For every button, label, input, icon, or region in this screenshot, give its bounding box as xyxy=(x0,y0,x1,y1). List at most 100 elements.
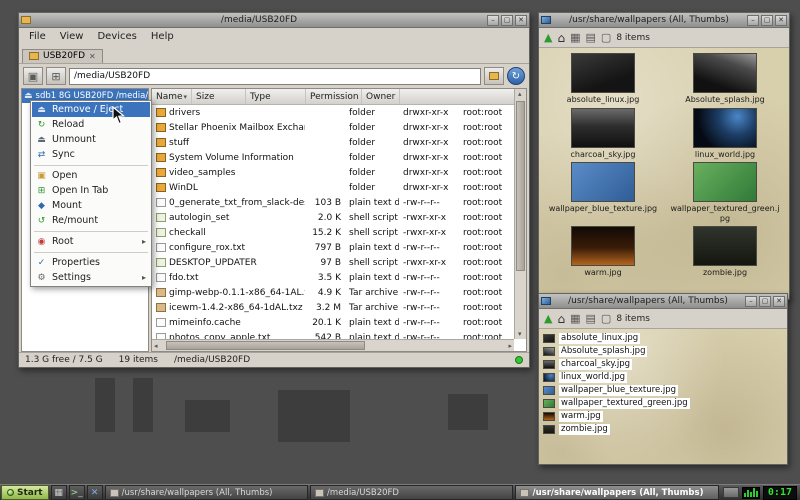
context-menu-item[interactable] xyxy=(34,228,148,232)
keyboard-tray-icon[interactable] xyxy=(723,487,739,498)
context-menu-item[interactable]: ▣ Open xyxy=(32,168,150,183)
horizontal-scroll-thumb[interactable] xyxy=(166,341,365,350)
minimize-button[interactable]: – xyxy=(747,15,759,26)
close-button[interactable]: ✕ xyxy=(775,15,787,26)
table-row[interactable]: photos_copy_apple.txt 542 B plain text d… xyxy=(152,330,514,339)
context-menu-item[interactable]: ⏏ Remove / Eject xyxy=(32,102,150,117)
scroll-left-icon[interactable]: ◂ xyxy=(154,342,158,350)
column-header[interactable]: Name ▾ xyxy=(152,89,192,104)
thumbnail-item[interactable]: Absolute_splash.jpg xyxy=(664,53,786,105)
column-header[interactable]: Permission xyxy=(306,89,362,104)
table-row[interactable]: 0_generate_txt_from_slack-desc.txt 103 B… xyxy=(152,195,514,210)
menu-item[interactable]: Help xyxy=(144,30,181,43)
list-titlebar[interactable]: /usr/share/wallpapers (All, Thumbs) – ▢ … xyxy=(539,294,787,309)
tab-usb20fd[interactable]: USB20FD ✕ xyxy=(22,49,103,63)
thumbnail-item[interactable]: wallpaper_blue_texture.jpg xyxy=(542,162,664,223)
column-header[interactable]: Type xyxy=(246,89,306,104)
file-count-icon[interactable]: ▢ xyxy=(601,31,611,44)
thumbnail-item[interactable]: absolute_linux.jpg xyxy=(542,53,664,105)
thumbnail-item[interactable]: zombie.jpg xyxy=(664,226,786,278)
file-count-icon[interactable]: ▢ xyxy=(601,312,611,325)
thumbnail-item[interactable]: charcoal_sky.jpg xyxy=(542,108,664,160)
grid-view-icon[interactable]: ▦ xyxy=(570,31,580,44)
thumbnail-item[interactable]: wallpaper_textured_green.jpg xyxy=(664,162,786,223)
close-button[interactable]: ✕ xyxy=(773,296,785,307)
context-menu-item[interactable] xyxy=(34,162,148,166)
table-row[interactable]: configure_rox.txt 797 B plain text dc -r… xyxy=(152,240,514,255)
list-item[interactable]: wallpaper_textured_green.jpg xyxy=(543,397,787,410)
fm-titlebar[interactable]: /media/USB20FD – ▢ ✕ xyxy=(19,13,529,28)
horizontal-scrollbar[interactable]: ◂ ▸ xyxy=(152,339,514,351)
list-view-icon[interactable]: ▤ xyxy=(586,312,596,325)
taskbar-task[interactable]: /media/USB20FD xyxy=(310,485,513,500)
context-menu-item[interactable]: ◆ Mount xyxy=(32,198,150,213)
close-button[interactable]: ✕ xyxy=(515,15,527,26)
thumbnail-item[interactable]: linux_world.jpg xyxy=(664,108,786,160)
taskbar-task[interactable]: /usr/share/wallpapers (All, Thumbs) xyxy=(105,485,308,500)
new-window-button[interactable]: ▣ xyxy=(23,67,43,85)
path-input[interactable] xyxy=(69,68,481,85)
cpu-monitor-icon[interactable] xyxy=(742,487,760,499)
list-item[interactable]: Absolute_splash.jpg xyxy=(543,345,787,358)
go-up-icon[interactable]: ▲ xyxy=(544,312,552,325)
thumbnail-item[interactable]: warm.jpg xyxy=(542,226,664,278)
column-header[interactable]: Owner xyxy=(362,89,400,104)
table-row[interactable]: System Volume Information folder drwxr-x… xyxy=(152,150,514,165)
menu-item[interactable]: File xyxy=(22,30,53,43)
taskbar-task[interactable]: /usr/share/wallpapers (All, Thumbs) xyxy=(515,485,718,500)
context-menu-item[interactable]: ⚙ Settings ▸ xyxy=(32,270,150,285)
menu-item[interactable]: View xyxy=(53,30,91,43)
scroll-down-icon[interactable]: ▾ xyxy=(518,330,522,338)
start-button[interactable]: Start xyxy=(1,485,49,500)
context-menu-item[interactable]: ⏏ Unmount xyxy=(32,132,150,147)
list-item[interactable]: zombie.jpg xyxy=(543,423,787,436)
list-item[interactable]: wallpaper_blue_texture.jpg xyxy=(543,384,787,397)
context-menu-item[interactable]: ⊞ Open In Tab xyxy=(32,183,150,198)
minimize-button[interactable]: – xyxy=(745,296,757,307)
new-tab-button[interactable]: ⊞ xyxy=(46,67,66,85)
x-session-icon[interactable]: ✕ xyxy=(87,485,103,500)
go-up-icon[interactable]: ▲ xyxy=(544,31,552,44)
minimize-button[interactable]: – xyxy=(487,15,499,26)
table-row[interactable]: WinDL folder drwxr-xr-x root:root xyxy=(152,180,514,195)
window-list-icon[interactable]: ▦ xyxy=(51,485,67,500)
vertical-scrollbar[interactable]: ▴ ▾ xyxy=(514,89,526,339)
table-row[interactable]: video_samples folder drwxr-xr-x root:roo… xyxy=(152,165,514,180)
tab-close-icon[interactable]: ✕ xyxy=(89,52,96,61)
list-item[interactable]: warm.jpg xyxy=(543,410,787,423)
bookmarks-button[interactable] xyxy=(484,67,504,85)
table-row[interactable]: gimp-webp-0.1.1-x86_64-1AL.txz 4.9 K Tar… xyxy=(152,285,514,300)
table-row[interactable]: fdo.txt 3.5 K plain text dc -rw-r--r-- r… xyxy=(152,270,514,285)
column-header[interactable]: Size xyxy=(192,89,246,104)
maximize-button[interactable]: ▢ xyxy=(759,296,771,307)
home-icon[interactable]: ⌂ xyxy=(557,31,565,45)
context-menu-item[interactable]: ⇄ Sync xyxy=(32,147,150,162)
context-menu-item[interactable] xyxy=(34,249,148,253)
context-menu-item[interactable]: ◉ Root ▸ xyxy=(32,234,150,249)
context-menu-item[interactable]: ↺ Re/mount xyxy=(32,213,150,228)
table-row[interactable]: checkall 15.2 K shell script -rwxr-xr-x … xyxy=(152,225,514,240)
table-row[interactable]: Stellar Phoenix Mailbox Exchange R... fo… xyxy=(152,120,514,135)
context-menu-item[interactable]: ✓ Properties xyxy=(32,255,150,270)
list-item[interactable]: charcoal_sky.jpg xyxy=(543,358,787,371)
table-row[interactable]: stuff folder drwxr-xr-x root:root xyxy=(152,135,514,150)
thumbs-titlebar[interactable]: /usr/share/wallpapers (All, Thumbs) – ▢ … xyxy=(539,13,789,28)
vertical-scroll-thumb[interactable] xyxy=(516,101,525,271)
reload-button[interactable]: ↻ xyxy=(507,67,525,85)
scroll-up-icon[interactable]: ▴ xyxy=(518,90,522,98)
table-row[interactable]: mimeinfo.cache 20.1 K plain text dc -rw-… xyxy=(152,315,514,330)
table-row[interactable]: icewm-1.4.2-x86_64-1dAL.txz 3.2 M Tar ar… xyxy=(152,300,514,315)
home-icon[interactable]: ⌂ xyxy=(557,312,565,326)
list-item[interactable]: linux_world.jpg xyxy=(543,371,787,384)
table-row[interactable]: DESKTOP_UPDATER 97 B shell script -rwxr-… xyxy=(152,255,514,270)
list-item[interactable]: absolute_linux.jpg xyxy=(543,332,787,345)
grid-view-icon[interactable]: ▦ xyxy=(570,312,580,325)
table-row[interactable]: drivers folder drwxr-xr-x root:root xyxy=(152,105,514,120)
terminal-icon[interactable]: >_ xyxy=(69,485,85,500)
maximize-button[interactable]: ▢ xyxy=(761,15,773,26)
maximize-button[interactable]: ▢ xyxy=(501,15,513,26)
menu-item[interactable]: Devices xyxy=(90,30,143,43)
table-row[interactable]: autologin_set 2.0 K shell script -rwxr-x… xyxy=(152,210,514,225)
scroll-right-icon[interactable]: ▸ xyxy=(508,342,512,350)
list-view-icon[interactable]: ▤ xyxy=(586,31,596,44)
